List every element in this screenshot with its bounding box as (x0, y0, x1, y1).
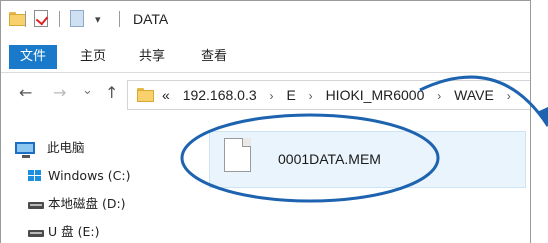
sidebar-item-label: Windows (C:) (48, 168, 131, 183)
back-button[interactable]: ← (19, 84, 32, 102)
file-name: 0001DATA.MEM (278, 151, 381, 167)
breadcrumb-chevron-icon[interactable]: › (507, 89, 511, 103)
tab-share[interactable]: 共享 (139, 45, 165, 69)
tab-view[interactable]: 查看 (201, 45, 227, 69)
title-bar: ▾ DATA (1, 1, 530, 37)
navigation-pane: 此电脑 Windows (C:) 本地磁盘 (D:) U 盘 (E:) (1, 125, 176, 243)
file-item[interactable]: 0001DATA.MEM (209, 131, 526, 188)
arrowhead-icon (537, 107, 548, 126)
ribbon-tabs: 文件 主页 共享 查看 (1, 37, 530, 73)
window-title: DATA (133, 11, 169, 27)
forward-button[interactable]: → (53, 84, 66, 102)
folder-icon (9, 12, 26, 26)
recent-locations-button[interactable]: ⌄ (82, 82, 93, 100)
breadcrumb-chevron-icon[interactable]: › (270, 89, 274, 103)
tab-file[interactable]: 文件 (9, 45, 57, 69)
navigation-bar: ← → ⌄ ↑ « 192.168.0.3 › E › HIOKI_MR6000… (1, 75, 530, 113)
address-bar[interactable]: « 192.168.0.3 › E › HIOKI_MR6000 › WAVE … (127, 80, 530, 110)
breadcrumb-item[interactable]: WAVE (454, 87, 494, 103)
title-separator (59, 11, 60, 27)
tab-home[interactable]: 主页 (80, 45, 106, 69)
customize-quick-access-dropdown[interactable]: ▾ (95, 13, 101, 26)
breadcrumb: « 192.168.0.3 › E › HIOKI_MR6000 › WAVE … (162, 87, 520, 103)
breadcrumb-overflow[interactable]: « (162, 87, 170, 103)
sidebar-item-label: U 盘 (E:) (48, 224, 100, 239)
windows-drive-icon (28, 170, 42, 182)
breadcrumb-chevron-icon[interactable]: › (309, 89, 313, 103)
drive-icon (28, 202, 44, 209)
sidebar-item-label: 此电脑 (47, 140, 85, 155)
title-separator (25, 11, 26, 27)
breadcrumb-item[interactable]: E (286, 87, 295, 103)
title-separator (119, 11, 120, 27)
folder-icon (137, 88, 154, 102)
breadcrumb-item[interactable]: HIOKI_MR6000 (326, 87, 425, 103)
breadcrumb-chevron-icon[interactable]: › (437, 89, 441, 103)
new-folder-icon[interactable] (70, 10, 84, 27)
explorer-window: ▾ DATA 文件 主页 共享 查看 ← → ⌄ ↑ « 192.168.0.3… (0, 0, 531, 243)
sidebar-item-label: 本地磁盘 (D:) (48, 196, 126, 211)
document-icon (224, 138, 251, 172)
drive-icon (28, 230, 44, 237)
computer-icon (15, 142, 35, 158)
up-button[interactable]: ↑ (105, 84, 118, 102)
properties-icon[interactable] (34, 10, 48, 27)
breadcrumb-item[interactable]: 192.168.0.3 (183, 87, 257, 103)
